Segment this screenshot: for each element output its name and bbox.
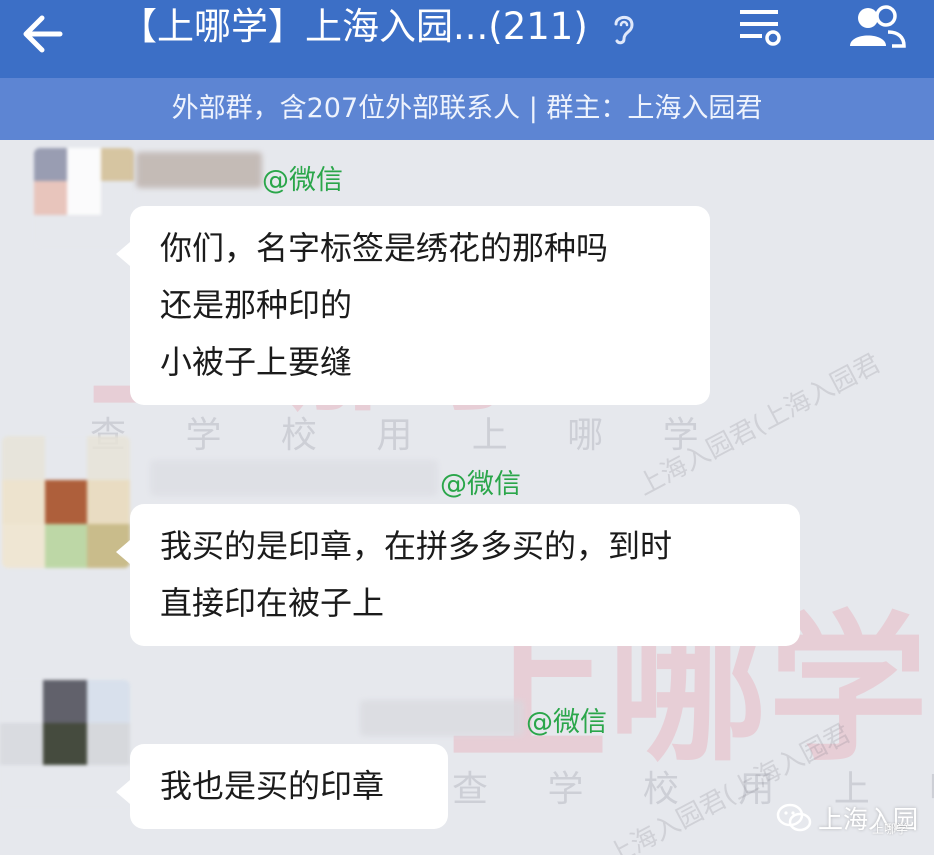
wechat-logo-icon	[776, 803, 812, 832]
message-line: 你们，名字标签是绣花的那种吗	[160, 229, 609, 267]
sender-name: @微信	[440, 469, 521, 500]
sender-name: @微信	[262, 165, 343, 196]
avatar[interactable]	[34, 148, 134, 248]
sender-name: @微信	[526, 707, 607, 738]
arrow-left-icon	[23, 15, 63, 53]
message-line: 小被子上要缝	[160, 343, 353, 381]
menu-settings-icon	[740, 10, 781, 46]
brand-subtext: 上哪学	[872, 822, 909, 836]
ear-icon	[610, 10, 638, 46]
message-bubble[interactable]: 你们，名字标签是绣花的那种吗 还是那种印的 小被子上要缝	[116, 206, 710, 405]
sender-name-blurred	[360, 700, 524, 736]
group-info-bar[interactable]: 外部群，含207位外部联系人 | 群主：上海入园君	[0, 78, 934, 140]
avatar[interactable]	[2, 436, 130, 568]
message-line: 我也是买的印章	[160, 767, 385, 805]
message-line: 我买的是印章，在拼多多买的，到时	[160, 527, 673, 565]
chat-settings-button[interactable]	[736, 2, 786, 52]
message-list[interactable]: 上哪学 上哪学 查 学 校 用 上 哪 学 查 学 校 用 上 哪 学 上海入园…	[0, 140, 934, 855]
avatar[interactable]	[0, 680, 130, 808]
group-members-icon	[850, 5, 906, 48]
chat-header: 【上哪学】上海入园...(211)	[0, 0, 934, 78]
back-button[interactable]	[14, 6, 70, 62]
message-bubble[interactable]: 我买的是印章，在拼多多买的，到时 直接印在被子上	[116, 504, 800, 646]
group-title: 【上哪学】上海入园...(211)	[120, 5, 588, 48]
sender-name-blurred	[150, 460, 438, 496]
watermark-slogan-1: 查 学 校 用 上 哪 学	[90, 415, 723, 456]
group-members-button[interactable]	[846, 2, 908, 52]
message-line: 还是那种印的	[160, 286, 353, 324]
sender-name-blurred	[136, 152, 262, 188]
message-line: 直接印在被子上	[160, 584, 385, 622]
message-bubble[interactable]: 我也是买的印章	[116, 744, 448, 829]
